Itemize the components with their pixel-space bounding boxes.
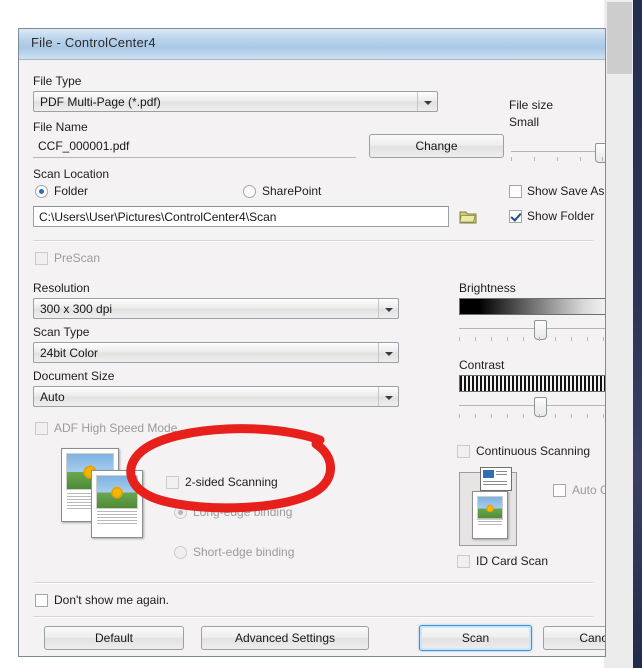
id-card-icon bbox=[480, 467, 512, 491]
continuous-scanning-checkbox[interactable] bbox=[457, 445, 470, 458]
text-lines bbox=[97, 510, 137, 533]
resolution-combo[interactable]: 300 x 300 dpi bbox=[33, 298, 399, 319]
id-card-preview-box bbox=[459, 467, 517, 546]
dialog-body: File Type PDF Multi-Page (*.pdf) File Na… bbox=[19, 60, 605, 656]
brightness-gradient-bar bbox=[459, 298, 605, 315]
scan-type-combo[interactable]: 24bit Color bbox=[33, 342, 399, 363]
sunflower-image bbox=[96, 475, 138, 510]
dont-show-again-checkbox[interactable] bbox=[35, 594, 48, 607]
resolution-value: 300 x 300 dpi bbox=[40, 302, 113, 316]
continuous-scanning-label: Continuous Scanning bbox=[476, 444, 591, 458]
document-size-label: Document Size bbox=[33, 369, 115, 383]
file-size-slider-ticks bbox=[511, 157, 603, 162]
dont-show-again-label: Don't show me again. bbox=[54, 593, 170, 607]
show-folder-label: Show Folder bbox=[527, 209, 595, 223]
auto-crop-checkbox[interactable] bbox=[553, 484, 566, 497]
divider-3 bbox=[33, 616, 593, 618]
file-name-value: CCF_000001.pdf bbox=[38, 139, 130, 153]
default-button[interactable]: Default bbox=[44, 626, 184, 650]
auto-crop-label: Auto Crop bbox=[572, 483, 605, 497]
scrollbar-track[interactable] bbox=[604, 0, 634, 668]
desktop-edge bbox=[633, 0, 642, 668]
short-edge-binding-label: Short-edge binding bbox=[193, 545, 295, 559]
file-name-field[interactable]: CCF_000001.pdf bbox=[33, 137, 356, 158]
two-sided-scanning-checkbox[interactable] bbox=[166, 476, 179, 489]
file-name-label: File Name bbox=[33, 120, 88, 134]
prescan-checkbox[interactable] bbox=[35, 252, 48, 265]
adf-high-speed-label: ADF High Speed Mode bbox=[54, 421, 178, 435]
dialog-titlebar[interactable]: File - ControlCenter4 bbox=[19, 29, 605, 60]
chevron-down-icon[interactable] bbox=[378, 343, 398, 362]
file-size-slider-track[interactable] bbox=[511, 151, 603, 152]
prescan-label: PreScan bbox=[54, 251, 101, 265]
folder-radio-label: Folder bbox=[54, 184, 89, 198]
text-lines bbox=[478, 518, 502, 534]
sunflower-image bbox=[477, 496, 503, 520]
brightness-slider-ticks bbox=[459, 337, 605, 342]
change-button[interactable]: Change bbox=[369, 134, 504, 158]
id-card-scan-checkbox[interactable] bbox=[457, 555, 470, 568]
scan-location-label: Scan Location bbox=[33, 167, 110, 181]
contrast-stripe-bar bbox=[459, 375, 605, 392]
file-type-value: PDF Multi-Page (*.pdf) bbox=[40, 95, 161, 109]
scan-preview-thumbnail-front bbox=[91, 470, 143, 538]
cancel-button[interactable]: Cancel bbox=[543, 626, 605, 650]
show-folder-checkbox[interactable] bbox=[509, 210, 522, 223]
scan-type-label: Scan Type bbox=[33, 325, 90, 339]
two-sided-scanning-label: 2-sided Scanning bbox=[185, 475, 278, 489]
controlcenter-dialog: File - ControlCenter4 File Type PDF Mult… bbox=[18, 28, 606, 657]
scan-path-field[interactable]: C:\Users\User\Pictures\ControlCenter4\Sc… bbox=[33, 206, 449, 227]
brightness-slider-track[interactable] bbox=[459, 328, 605, 329]
screenshot-root: File - ControlCenter4 File Type PDF Mult… bbox=[0, 0, 642, 668]
id-card-thumbnail bbox=[472, 491, 508, 539]
divider-1 bbox=[33, 240, 593, 242]
sharepoint-radio-label: SharePoint bbox=[262, 184, 322, 198]
advanced-settings-button[interactable]: Advanced Settings bbox=[201, 626, 369, 650]
scrollbar-thumb[interactable] bbox=[607, 2, 632, 74]
file-type-combo[interactable]: PDF Multi-Page (*.pdf) bbox=[33, 91, 438, 112]
contrast-slider-track[interactable] bbox=[459, 405, 605, 406]
resolution-label: Resolution bbox=[33, 281, 90, 295]
folder-browse-icon[interactable] bbox=[459, 209, 477, 224]
show-save-as-label: Show Save As bbox=[527, 184, 605, 198]
document-size-combo[interactable]: Auto bbox=[33, 386, 399, 407]
scan-path-value: C:\Users\User\Pictures\ControlCenter4\Sc… bbox=[39, 210, 277, 224]
scan-type-value: 24bit Color bbox=[40, 346, 99, 360]
contrast-label: Contrast bbox=[459, 358, 505, 372]
adf-high-speed-checkbox[interactable] bbox=[35, 422, 48, 435]
dialog-title: File - ControlCenter4 bbox=[31, 35, 156, 50]
chevron-down-icon[interactable] bbox=[378, 387, 398, 406]
folder-radio[interactable] bbox=[35, 185, 48, 198]
brightness-label: Brightness bbox=[459, 281, 516, 295]
file-type-label: File Type bbox=[33, 74, 82, 88]
contrast-slider-ticks bbox=[459, 414, 605, 419]
divider-2 bbox=[33, 582, 593, 584]
scan-button[interactable]: Scan bbox=[419, 625, 532, 651]
short-edge-binding-radio[interactable] bbox=[174, 546, 187, 559]
chevron-down-icon[interactable] bbox=[417, 92, 437, 111]
file-size-label: File size bbox=[509, 98, 554, 112]
document-size-value: Auto bbox=[40, 390, 65, 404]
id-card-scan-label: ID Card Scan bbox=[476, 554, 549, 568]
long-edge-binding-label: Long-edge binding bbox=[193, 505, 293, 519]
sharepoint-radio[interactable] bbox=[243, 185, 256, 198]
show-save-as-checkbox[interactable] bbox=[509, 185, 522, 198]
chevron-down-icon[interactable] bbox=[378, 299, 398, 318]
file-size-value: Small bbox=[509, 115, 540, 129]
long-edge-binding-radio[interactable] bbox=[174, 506, 187, 519]
